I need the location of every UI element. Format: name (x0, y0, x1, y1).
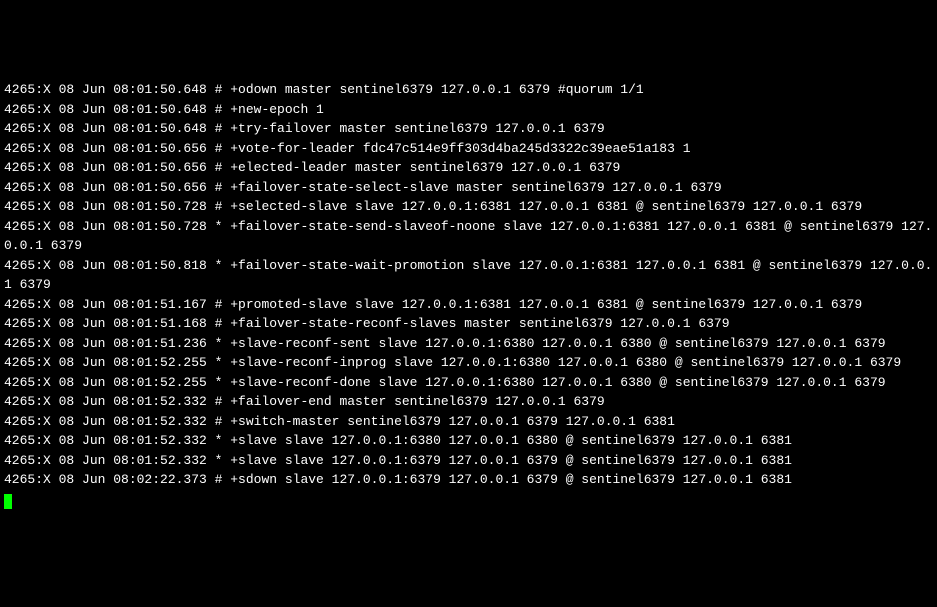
log-line: 4265:X 08 Jun 08:01:51.236 * +slave-reco… (4, 334, 933, 354)
log-line: 4265:X 08 Jun 08:01:50.656 # +vote-for-l… (4, 139, 933, 159)
log-line: 4265:X 08 Jun 08:01:51.167 # +promoted-s… (4, 295, 933, 315)
terminal-output: 4265:X 08 Jun 08:01:50.648 # +odown mast… (4, 80, 933, 509)
log-line: 4265:X 08 Jun 08:01:50.728 # +selected-s… (4, 197, 933, 217)
log-line: 4265:X 08 Jun 08:01:50.648 # +try-failov… (4, 119, 933, 139)
log-line: 4265:X 08 Jun 08:01:52.332 * +slave slav… (4, 451, 933, 471)
log-line: 4265:X 08 Jun 08:01:52.332 * +slave slav… (4, 431, 933, 451)
log-line: 4265:X 08 Jun 08:01:52.332 # +failover-e… (4, 392, 933, 412)
log-line: 4265:X 08 Jun 08:01:52.255 * +slave-reco… (4, 353, 933, 373)
terminal-cursor[interactable] (4, 494, 12, 509)
log-line: 4265:X 08 Jun 08:01:50.648 # +new-epoch … (4, 100, 933, 120)
log-line: 4265:X 08 Jun 08:01:50.728 * +failover-s… (4, 217, 933, 256)
log-line: 4265:X 08 Jun 08:01:50.656 # +elected-le… (4, 158, 933, 178)
log-line: 4265:X 08 Jun 08:01:52.332 # +switch-mas… (4, 412, 933, 432)
log-line: 4265:X 08 Jun 08:01:51.168 # +failover-s… (4, 314, 933, 334)
log-line: 4265:X 08 Jun 08:02:22.373 # +sdown slav… (4, 470, 933, 490)
log-line: 4265:X 08 Jun 08:01:50.648 # +odown mast… (4, 80, 933, 100)
log-line: 4265:X 08 Jun 08:01:50.656 # +failover-s… (4, 178, 933, 198)
log-line: 4265:X 08 Jun 08:01:52.255 * +slave-reco… (4, 373, 933, 393)
log-line: 4265:X 08 Jun 08:01:50.818 * +failover-s… (4, 256, 933, 295)
